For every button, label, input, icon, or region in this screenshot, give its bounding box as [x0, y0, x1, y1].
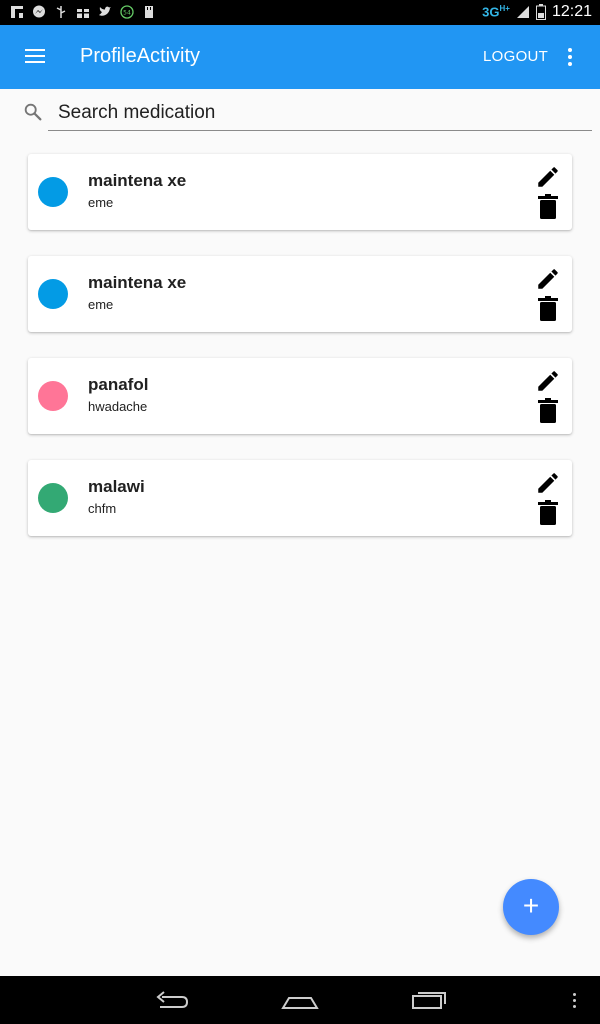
status-bar: 54 3GH+ 12:21 [0, 0, 600, 25]
twitter-icon [99, 6, 111, 16]
more-options-icon[interactable] [560, 45, 580, 69]
medication-color-dot [38, 483, 68, 513]
medication-description: eme [88, 297, 114, 312]
medication-name: maintena xe [88, 273, 187, 292]
medication-description: hwadache [88, 399, 148, 414]
app-bar: ProfileActivity LOGOUT [0, 25, 600, 89]
data-usage-badge: 54 [123, 10, 131, 17]
signal-icon [516, 6, 529, 18]
delete-icon[interactable] [537, 500, 559, 526]
medication-name: panafol [88, 375, 149, 394]
notification-icons: 54 [10, 5, 156, 19]
page-title: ProfileActivity [80, 45, 201, 67]
add-medication-button[interactable]: + [503, 879, 559, 935]
back-icon[interactable] [152, 986, 192, 1014]
delete-icon[interactable] [537, 296, 559, 322]
medication-card[interactable]: panafol hwadache [28, 358, 572, 434]
medication-card[interactable]: maintena xe eme [28, 154, 572, 230]
medication-color-dot [38, 279, 68, 309]
medication-description: eme [88, 195, 114, 210]
medication-card[interactable]: maintena xe eme [28, 256, 572, 332]
data-usage-icon: 54 [120, 5, 134, 19]
edit-icon[interactable] [535, 368, 561, 394]
menu-icon[interactable] [22, 45, 48, 69]
search-input[interactable] [48, 96, 592, 131]
gift-icon [77, 9, 89, 18]
edit-icon[interactable] [535, 164, 561, 190]
usb-icon [56, 6, 66, 18]
network-type: 3GH+ [482, 4, 510, 20]
medication-description: chfm [88, 501, 117, 516]
medication-name: maintena xe [88, 171, 187, 190]
medication-color-dot [38, 381, 68, 411]
medication-name: malawi [88, 477, 145, 496]
recent-apps-icon[interactable] [409, 986, 449, 1014]
search-icon [24, 103, 42, 121]
nav-menu-icon[interactable] [568, 990, 580, 1012]
system-status: 3GH+ 12:21 [482, 3, 592, 21]
home-icon[interactable] [280, 986, 320, 1014]
edit-icon[interactable] [535, 470, 561, 496]
storage-icon [145, 6, 153, 18]
clock: 12:21 [551, 3, 592, 20]
battery-icon [535, 4, 546, 20]
messenger-icon [33, 5, 45, 18]
medication-card[interactable]: malawi chfm [28, 460, 572, 536]
medication-color-dot [38, 177, 68, 207]
delete-icon[interactable] [537, 398, 559, 424]
flipboard-icon [11, 6, 23, 18]
edit-icon[interactable] [535, 266, 561, 292]
logout-button[interactable]: LOGOUT [483, 48, 548, 65]
navigation-bar [0, 976, 600, 1024]
delete-icon[interactable] [537, 194, 559, 220]
